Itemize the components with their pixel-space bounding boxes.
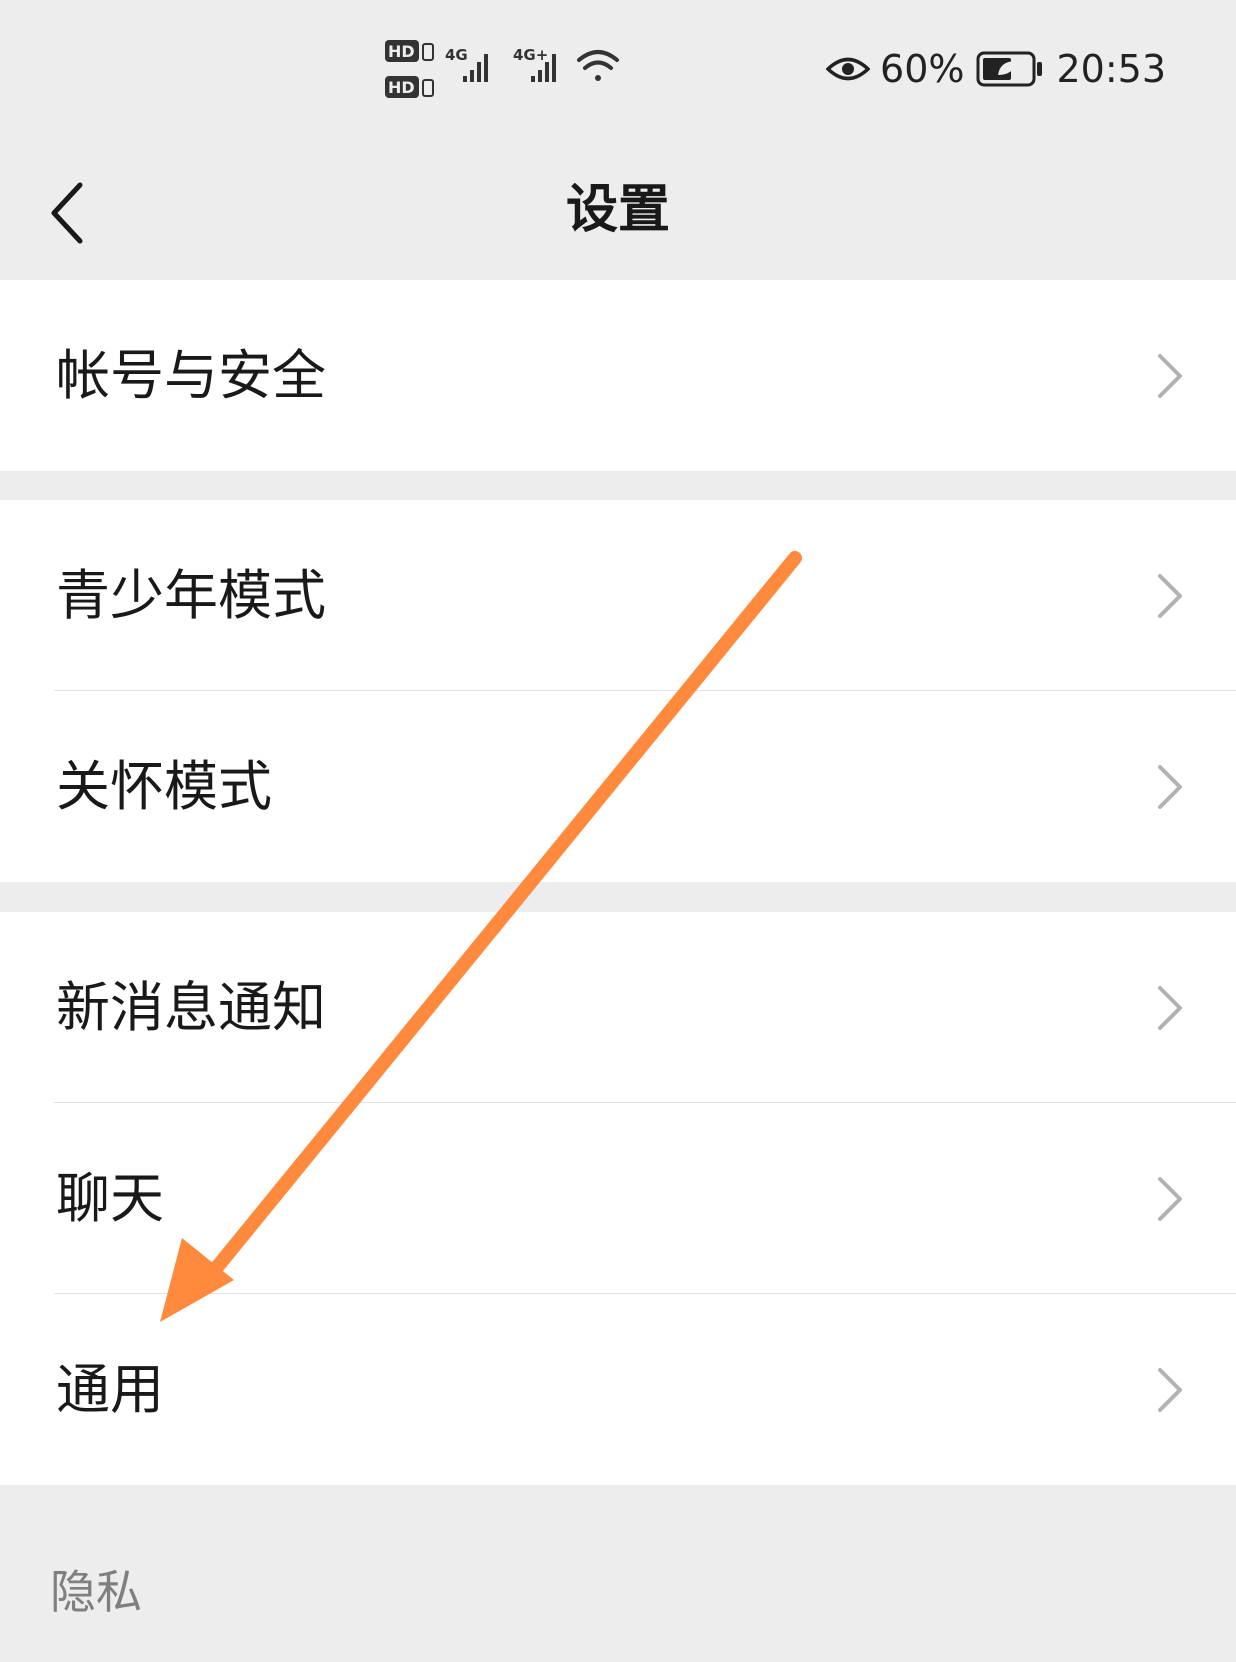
status-bar: HD HD 4G 4G+ 60% 20:53: [0, 0, 1236, 140]
chevron-right-icon: [1158, 765, 1182, 809]
settings-item-new-message-notification[interactable]: 新消息通知: [0, 912, 1236, 1103]
hd2-icon: HD: [385, 76, 434, 98]
svg-text:HD: HD: [388, 42, 415, 61]
signal-4g-plus-icon: 4G+: [513, 46, 556, 82]
wifi-icon: [577, 50, 619, 81]
chevron-right-icon: [1158, 1177, 1182, 1221]
settings-item-youth-mode[interactable]: 青少年模式: [0, 500, 1236, 691]
settings-group-general: 新消息通知 聊天 通用: [0, 912, 1236, 1485]
settings-item-label: 青少年模式: [56, 564, 326, 627]
svg-text:4G+: 4G+: [513, 46, 548, 64]
settings-group-account: 帐号与安全: [0, 280, 1236, 471]
page-title: 设置: [565, 180, 670, 240]
svg-text:4G: 4G: [445, 46, 468, 64]
settings-item-label: 帐号与安全: [56, 344, 326, 407]
battery-icon: [976, 51, 1043, 87]
chevron-right-icon: [1158, 986, 1182, 1030]
settings-item-label: 新消息通知: [56, 976, 326, 1039]
settings-item-general[interactable]: 通用: [0, 1294, 1236, 1485]
settings-item-label: 关怀模式: [56, 755, 272, 818]
clock: 20:53: [1056, 47, 1166, 91]
network-status-icons: HD HD 4G 4G+: [385, 40, 619, 98]
section-header-privacy: 隐私: [50, 1565, 142, 1619]
svg-text:HD: HD: [388, 78, 415, 97]
settings-item-account-security[interactable]: 帐号与安全: [0, 280, 1236, 471]
battery-percent: 60%: [880, 47, 965, 91]
settings-item-care-mode[interactable]: 关怀模式: [0, 691, 1236, 882]
navigation-bar: 设置: [0, 140, 1236, 280]
eye-icon: [826, 57, 871, 81]
chevron-right-icon: [1158, 354, 1182, 398]
chevron-right-icon: [1158, 1368, 1182, 1412]
signal-4g-icon: 4G: [445, 46, 488, 82]
settings-group-modes: 青少年模式 关怀模式: [0, 500, 1236, 882]
hd1-icon: HD: [385, 40, 434, 62]
chevron-right-icon: [1158, 574, 1182, 618]
settings-item-chat[interactable]: 聊天: [0, 1103, 1236, 1294]
settings-item-label: 聊天: [56, 1167, 164, 1230]
settings-item-label: 通用: [56, 1358, 164, 1421]
status-right: 60% 20:53: [826, 44, 1166, 94]
